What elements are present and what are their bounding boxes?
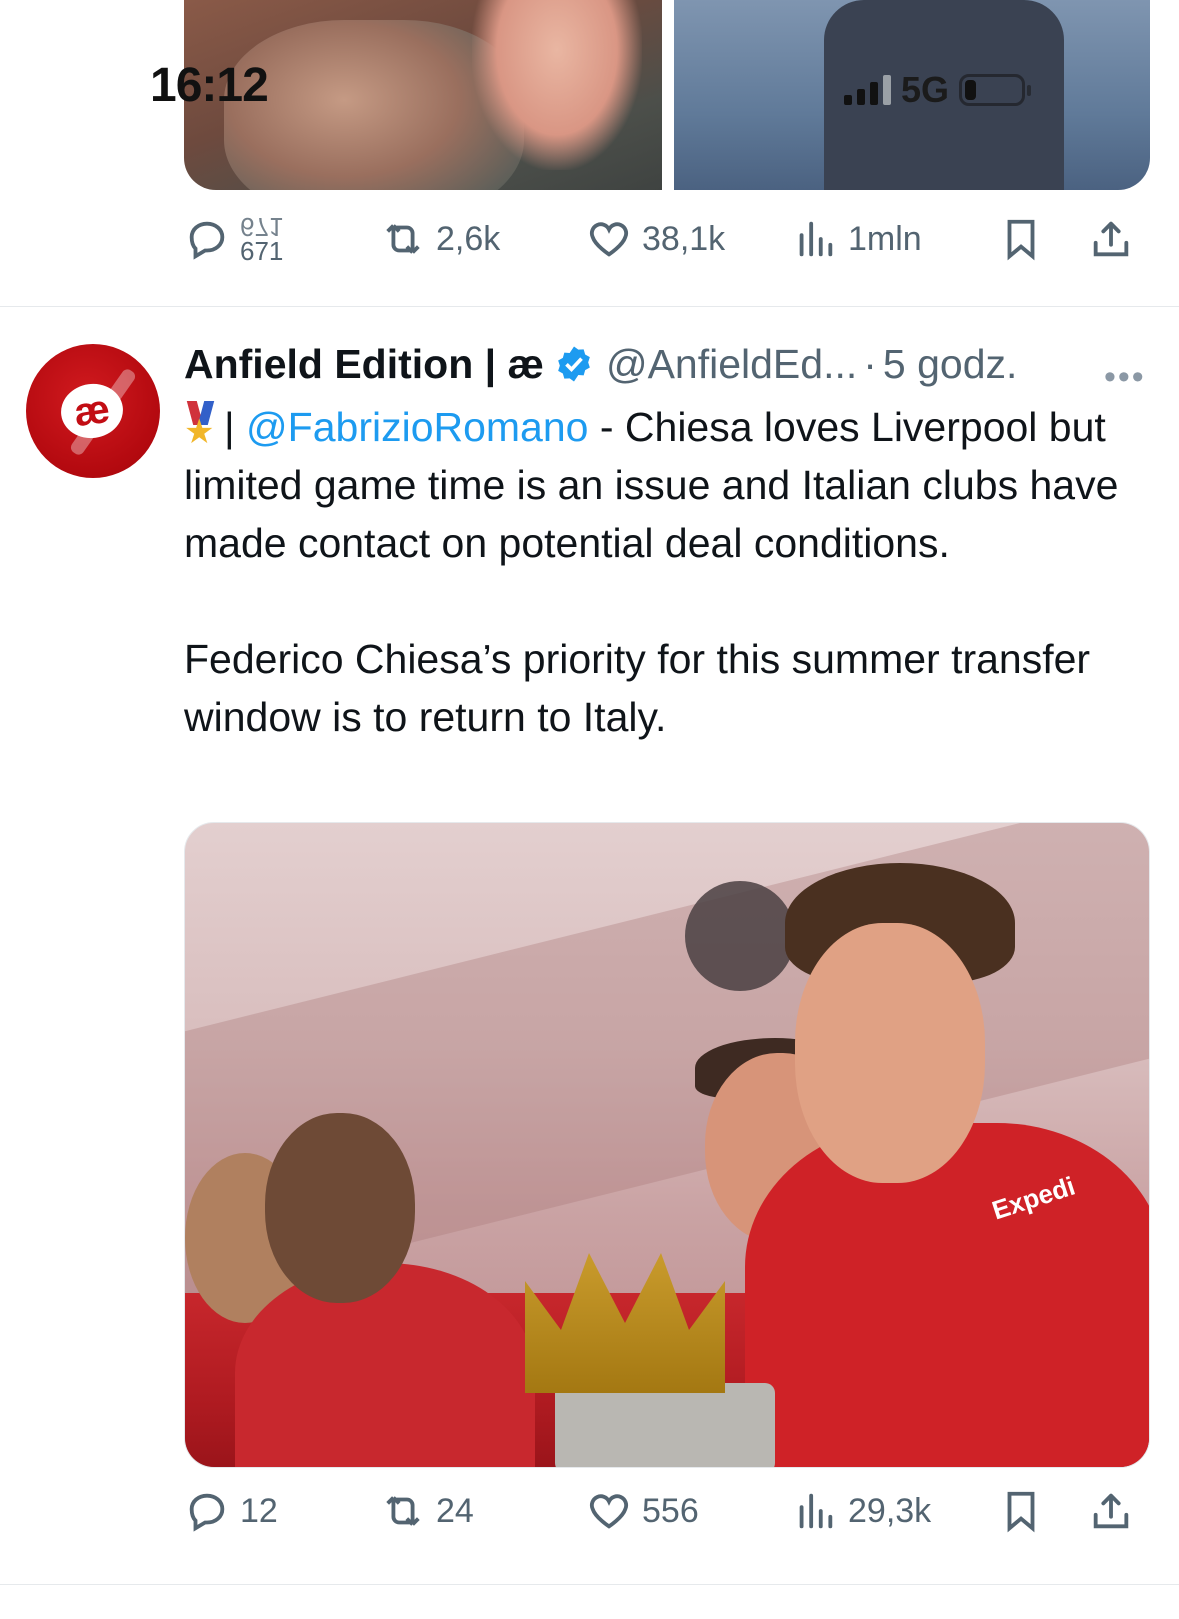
medal-icon: ★ [184, 399, 218, 455]
photo-player-2-body [235, 1263, 535, 1467]
bookmark-button[interactable] [998, 216, 1044, 262]
views-icon [799, 221, 833, 257]
header-separator: · [863, 340, 877, 387]
author-name[interactable]: Anfield Edition | æ [184, 341, 544, 388]
mention-link[interactable]: @FabrizioRomano [246, 404, 588, 450]
like-count: 38,1k [642, 219, 726, 258]
author-handle[interactable]: @AnfieldEd... [606, 341, 857, 388]
photo-player-2 [265, 1113, 415, 1303]
battery-icon [959, 74, 1032, 106]
share-button[interactable] [1088, 1488, 1134, 1534]
tweet-timestamp[interactable]: 5 godz. [883, 341, 1018, 388]
reply-button[interactable]: 671 671 [184, 216, 283, 262]
photo-player-4-body [745, 1123, 1149, 1467]
tweet-pipe: | [224, 404, 247, 450]
views-count: 29,3k [848, 1491, 932, 1530]
reply-count: 12 [240, 1491, 278, 1530]
share-icon [1093, 221, 1129, 257]
status-time: 16:12 [150, 59, 269, 112]
views-icon [799, 1493, 833, 1529]
retweet-button[interactable]: 2,6k [380, 216, 500, 262]
bookmark-button[interactable] [998, 1488, 1044, 1534]
retweet-icon [386, 224, 420, 254]
share-icon [1093, 1493, 1129, 1529]
status-indicators: 5G [844, 69, 1032, 110]
bookmark-icon [1007, 219, 1035, 261]
views-button[interactable]: 1mln [792, 216, 922, 262]
retweet-count: 2,6k [436, 219, 501, 258]
tweet-photo[interactable]: Expedi [184, 822, 1150, 1468]
reply-icon [189, 1493, 225, 1532]
like-icon [589, 222, 629, 257]
like-button[interactable]: 556 [586, 1488, 699, 1534]
author-avatar[interactable]: æ [26, 344, 160, 478]
verified-icon [558, 346, 590, 382]
reply-count: 671 671 [240, 216, 283, 262]
like-icon [589, 1494, 629, 1529]
reply-count-scrolling: 671 [240, 216, 284, 242]
retweet-button[interactable]: 24 [380, 1488, 474, 1534]
views-count: 1mln [848, 219, 922, 258]
photo-speaker [685, 881, 795, 991]
like-count: 556 [642, 1491, 699, 1530]
tweet-paragraph-1: ★ | @FabrizioRomano - Chiesa loves Liverp… [184, 398, 1144, 572]
photo-trophy-base [555, 1383, 775, 1467]
tweet-divider [0, 1584, 1179, 1585]
retweet-icon [386, 1496, 420, 1526]
reply-count-value: 671 [240, 236, 284, 262]
views-button[interactable]: 29,3k [792, 1488, 931, 1534]
bookmark-icon [1007, 1491, 1035, 1533]
network-type: 5G [901, 69, 950, 110]
tweet-divider [0, 306, 1179, 307]
photo-player-4 [795, 923, 985, 1183]
previous-tweet-actions: 671 671 2,6k 38,1k 1mln [184, 216, 1144, 276]
photo-trophy [525, 1253, 725, 1393]
signal-icon [844, 75, 891, 105]
share-button[interactable] [1088, 216, 1134, 262]
tweet-paragraph-2: Federico Chiesa’s priority for this summ… [184, 636, 1091, 740]
image-figure-hands [472, 0, 642, 170]
reply-button[interactable]: 12 [184, 1488, 278, 1534]
like-button[interactable]: 38,1k [586, 216, 725, 262]
retweet-count: 24 [436, 1491, 474, 1530]
tweet-text: ★ | @FabrizioRomano - Chiesa loves Liverp… [184, 398, 1144, 746]
more-icon[interactable]: ••• [1104, 358, 1146, 397]
tweet-actions: 12 24 556 29,3k [184, 1488, 1144, 1548]
reply-icon [189, 221, 225, 260]
tweet-header: Anfield Edition | æ @AnfieldEd... · 5 go… [184, 336, 1017, 392]
